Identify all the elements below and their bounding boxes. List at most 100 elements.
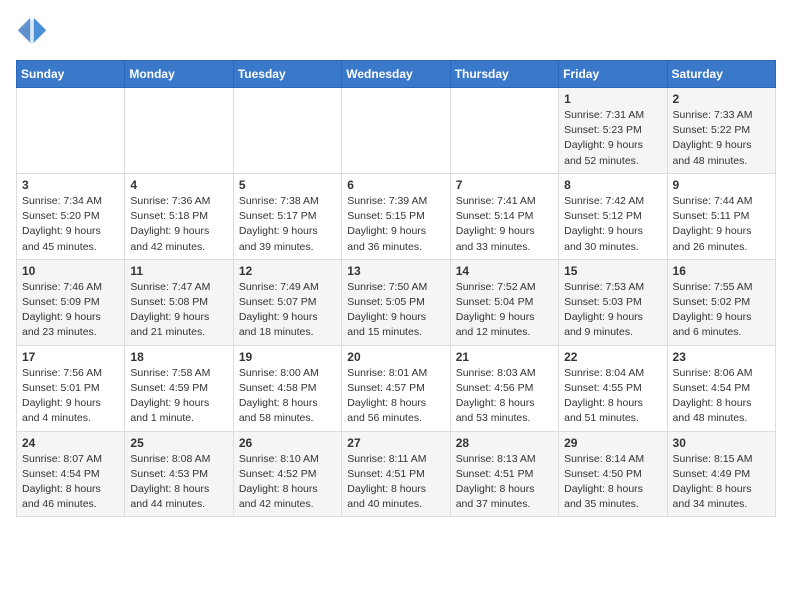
day-info: Sunrise: 8:10 AMSunset: 4:52 PMDaylight:…	[239, 452, 336, 513]
day-number: 23	[673, 350, 770, 364]
calendar-day-cell: 20 Sunrise: 8:01 AMSunset: 4:57 PMDayligh…	[342, 345, 450, 431]
day-info: Sunrise: 8:07 AMSunset: 4:54 PMDaylight:…	[22, 452, 119, 513]
weekday-header-monday: Monday	[125, 61, 233, 88]
calendar-day-cell: 9 Sunrise: 7:44 AMSunset: 5:11 PMDaylight…	[667, 173, 775, 259]
day-number: 11	[130, 264, 227, 278]
day-number: 15	[564, 264, 661, 278]
day-info: Sunrise: 7:44 AMSunset: 5:11 PMDaylight:…	[673, 194, 770, 255]
day-info: Sunrise: 7:52 AMSunset: 5:04 PMDaylight:…	[456, 280, 553, 341]
day-info: Sunrise: 7:47 AMSunset: 5:08 PMDaylight:…	[130, 280, 227, 341]
day-info: Sunrise: 8:11 AMSunset: 4:51 PMDaylight:…	[347, 452, 444, 513]
calendar-day-cell: 8 Sunrise: 7:42 AMSunset: 5:12 PMDaylight…	[559, 173, 667, 259]
day-number: 17	[22, 350, 119, 364]
day-info: Sunrise: 7:36 AMSunset: 5:18 PMDaylight:…	[130, 194, 227, 255]
empty-day-cell	[450, 88, 558, 174]
day-info: Sunrise: 8:03 AMSunset: 4:56 PMDaylight:…	[456, 366, 553, 427]
day-number: 3	[22, 178, 119, 192]
calendar-day-cell: 19 Sunrise: 8:00 AMSunset: 4:58 PMDayligh…	[233, 345, 341, 431]
day-number: 28	[456, 436, 553, 450]
calendar-day-cell: 29 Sunrise: 8:14 AMSunset: 4:50 PMDayligh…	[559, 431, 667, 517]
day-number: 25	[130, 436, 227, 450]
calendar-day-cell: 12Sunrise: 7:49 AMSunset: 5:07 PMDayligh…	[233, 259, 341, 345]
weekday-header-tuesday: Tuesday	[233, 61, 341, 88]
day-number: 9	[673, 178, 770, 192]
weekday-header-thursday: Thursday	[450, 61, 558, 88]
day-number: 27	[347, 436, 444, 450]
weekday-header-friday: Friday	[559, 61, 667, 88]
day-number: 2	[673, 92, 770, 106]
day-info: Sunrise: 8:15 AMSunset: 4:49 PMDaylight:…	[673, 452, 770, 513]
day-info: Sunrise: 7:41 AMSunset: 5:14 PMDaylight:…	[456, 194, 553, 255]
calendar-week-row: 10 Sunrise: 7:46 AMSunset: 5:09 PMDayligh…	[17, 259, 776, 345]
day-number: 30	[673, 436, 770, 450]
calendar-day-cell: 21 Sunrise: 8:03 AMSunset: 4:56 PMDayligh…	[450, 345, 558, 431]
day-info: Sunrise: 7:42 AMSunset: 5:12 PMDaylight:…	[564, 194, 661, 255]
calendar-day-cell: 27 Sunrise: 8:11 AMSunset: 4:51 PMDayligh…	[342, 431, 450, 517]
day-number: 22	[564, 350, 661, 364]
day-info: Sunrise: 7:55 AMSunset: 5:02 PMDaylight:…	[673, 280, 770, 341]
logo	[16, 16, 52, 48]
day-info: Sunrise: 7:38 AMSunset: 5:17 PMDaylight:…	[239, 194, 336, 255]
day-number: 1	[564, 92, 661, 106]
day-info: Sunrise: 8:13 AMSunset: 4:51 PMDaylight:…	[456, 452, 553, 513]
day-number: 16	[673, 264, 770, 278]
day-number: 4	[130, 178, 227, 192]
day-number: 6	[347, 178, 444, 192]
calendar-day-cell: 7Sunrise: 7:41 AMSunset: 5:14 PMDaylight…	[450, 173, 558, 259]
day-number: 24	[22, 436, 119, 450]
day-info: Sunrise: 7:33 AMSunset: 5:22 PMDaylight:…	[673, 108, 770, 169]
calendar-day-cell: 1 Sunrise: 7:31 AMSunset: 5:23 PMDaylight…	[559, 88, 667, 174]
day-number: 29	[564, 436, 661, 450]
calendar-table: SundayMondayTuesdayWednesdayThursdayFrid…	[16, 60, 776, 517]
calendar-day-cell: 25 Sunrise: 8:08 AMSunset: 4:53 PMDayligh…	[125, 431, 233, 517]
weekday-header-row: SundayMondayTuesdayWednesdayThursdayFrid…	[17, 61, 776, 88]
day-info: Sunrise: 8:14 AMSunset: 4:50 PMDaylight:…	[564, 452, 661, 513]
calendar-day-cell: 2 Sunrise: 7:33 AMSunset: 5:22 PMDaylight…	[667, 88, 775, 174]
calendar-day-cell: 10 Sunrise: 7:46 AMSunset: 5:09 PMDayligh…	[17, 259, 125, 345]
calendar-day-cell: 24 Sunrise: 8:07 AMSunset: 4:54 PMDayligh…	[17, 431, 125, 517]
weekday-header-sunday: Sunday	[17, 61, 125, 88]
calendar-day-cell: 30 Sunrise: 8:15 AMSunset: 4:49 PMDayligh…	[667, 431, 775, 517]
day-number: 12	[239, 264, 336, 278]
day-info: Sunrise: 7:31 AMSunset: 5:23 PMDaylight:…	[564, 108, 661, 169]
calendar-day-cell: 3Sunrise: 7:34 AMSunset: 5:20 PMDaylight…	[17, 173, 125, 259]
day-number: 19	[239, 350, 336, 364]
day-number: 18	[130, 350, 227, 364]
day-info: Sunrise: 7:58 AMSunset: 4:59 PMDaylight:…	[130, 366, 227, 427]
day-info: Sunrise: 8:00 AMSunset: 4:58 PMDaylight:…	[239, 366, 336, 427]
day-info: Sunrise: 8:08 AMSunset: 4:53 PMDaylight:…	[130, 452, 227, 513]
logo-icon	[16, 16, 48, 48]
day-info: Sunrise: 7:46 AMSunset: 5:09 PMDaylight:…	[22, 280, 119, 341]
day-info: Sunrise: 8:04 AMSunset: 4:55 PMDaylight:…	[564, 366, 661, 427]
calendar-day-cell: 6Sunrise: 7:39 AMSunset: 5:15 PMDaylight…	[342, 173, 450, 259]
weekday-header-wednesday: Wednesday	[342, 61, 450, 88]
day-info: Sunrise: 7:53 AMSunset: 5:03 PMDaylight:…	[564, 280, 661, 341]
day-number: 8	[564, 178, 661, 192]
day-number: 21	[456, 350, 553, 364]
calendar-day-cell: 13 Sunrise: 7:50 AMSunset: 5:05 PMDayligh…	[342, 259, 450, 345]
day-info: Sunrise: 7:56 AMSunset: 5:01 PMDaylight:…	[22, 366, 119, 427]
day-info: Sunrise: 8:01 AMSunset: 4:57 PMDaylight:…	[347, 366, 444, 427]
calendar-week-row: 17 Sunrise: 7:56 AMSunset: 5:01 PMDayligh…	[17, 345, 776, 431]
day-number: 5	[239, 178, 336, 192]
empty-day-cell	[233, 88, 341, 174]
day-number: 14	[456, 264, 553, 278]
page-header	[16, 16, 776, 48]
calendar-week-row: 1 Sunrise: 7:31 AMSunset: 5:23 PMDaylight…	[17, 88, 776, 174]
empty-day-cell	[342, 88, 450, 174]
calendar-day-cell: 17 Sunrise: 7:56 AMSunset: 5:01 PMDayligh…	[17, 345, 125, 431]
day-number: 13	[347, 264, 444, 278]
empty-day-cell	[17, 88, 125, 174]
day-info: Sunrise: 7:50 AMSunset: 5:05 PMDaylight:…	[347, 280, 444, 341]
calendar-day-cell: 16 Sunrise: 7:55 AMSunset: 5:02 PMDayligh…	[667, 259, 775, 345]
calendar-day-cell: 26 Sunrise: 8:10 AMSunset: 4:52 PMDayligh…	[233, 431, 341, 517]
calendar-day-cell: 15 Sunrise: 7:53 AMSunset: 5:03 PMDayligh…	[559, 259, 667, 345]
day-number: 20	[347, 350, 444, 364]
calendar-day-cell: 18 Sunrise: 7:58 AMSunset: 4:59 PMDayligh…	[125, 345, 233, 431]
day-number: 26	[239, 436, 336, 450]
day-number: 10	[22, 264, 119, 278]
calendar-week-row: 24 Sunrise: 8:07 AMSunset: 4:54 PMDayligh…	[17, 431, 776, 517]
calendar-day-cell: 23Sunrise: 8:06 AMSunset: 4:54 PMDayligh…	[667, 345, 775, 431]
calendar-day-cell: 11 Sunrise: 7:47 AMSunset: 5:08 PMDayligh…	[125, 259, 233, 345]
calendar-day-cell: 4 Sunrise: 7:36 AMSunset: 5:18 PMDaylight…	[125, 173, 233, 259]
